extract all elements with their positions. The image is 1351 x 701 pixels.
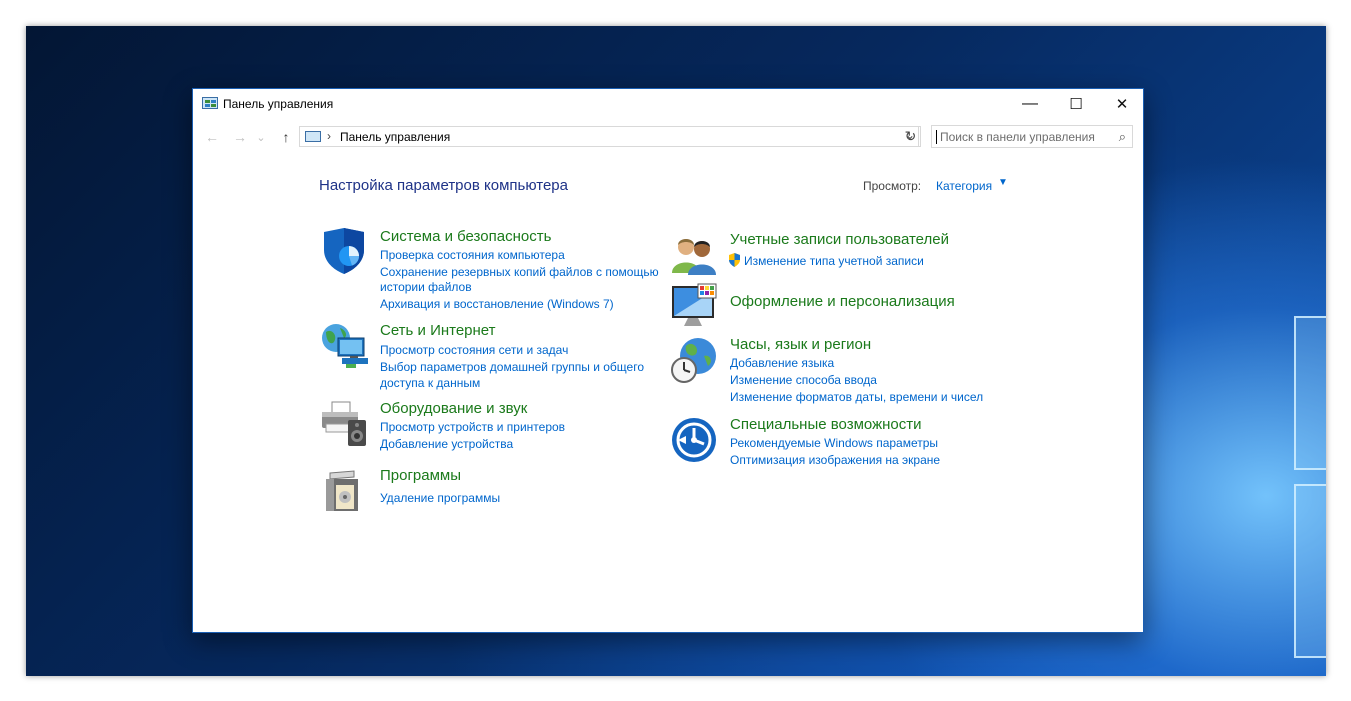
- page-title: Настройка параметров компьютера: [319, 177, 568, 194]
- category-title-user-accounts[interactable]: Учетные записи пользователей: [730, 231, 949, 248]
- forward-arrow-icon[interactable]: →: [230, 127, 250, 147]
- category-title-clock-region[interactable]: Часы, язык и регион: [730, 336, 871, 353]
- clock-globe-icon[interactable]: [670, 336, 718, 384]
- up-arrow-icon[interactable]: ↑: [276, 127, 296, 147]
- search-input[interactable]: Поиск в панели управления ⌕: [931, 125, 1133, 148]
- link-network-status[interactable]: Просмотр состояния сети и задач: [380, 342, 568, 358]
- link-change-formats[interactable]: Изменение форматов даты, времени и чисел: [730, 389, 983, 405]
- maximize-button[interactable]: ☐: [1053, 89, 1099, 119]
- text-caret: [936, 130, 937, 144]
- link-add-language[interactable]: Добавление языка: [730, 355, 834, 371]
- window-title: Панель управления: [223, 97, 334, 111]
- category-title-hardware-sound[interactable]: Оборудование и звук: [380, 400, 527, 417]
- link-backup-restore[interactable]: Архивация и восстановление (Windows 7): [380, 296, 614, 312]
- title-bar[interactable]: Панель управления — ☐ ✕: [193, 89, 1143, 119]
- link-file-history-backup-cont[interactable]: истории файлов: [380, 279, 472, 295]
- link-uninstall-program[interactable]: Удаление программы: [380, 490, 500, 506]
- windows-logo-pane: [1294, 484, 1326, 658]
- view-by-dropdown[interactable]: Категория: [936, 179, 992, 193]
- category-title-appearance[interactable]: Оформление и персонализация: [730, 293, 955, 310]
- link-homegroup-sharing-cont[interactable]: доступа к данным: [380, 375, 480, 391]
- link-devices-printers[interactable]: Просмотр устройств и принтеров: [380, 419, 565, 435]
- control-panel-icon: [305, 131, 321, 142]
- windows-logo-pane: [1294, 316, 1326, 470]
- accessibility-icon[interactable]: [670, 416, 718, 464]
- back-arrow-icon[interactable]: ←: [202, 127, 222, 147]
- shield-icon[interactable]: [320, 228, 368, 276]
- programs-box-icon[interactable]: [320, 467, 368, 515]
- address-bar[interactable]: › Панель управления ⌄: [299, 126, 919, 147]
- link-change-input-method[interactable]: Изменение способа ввода: [730, 372, 877, 388]
- breadcrumb-control-panel[interactable]: Панель управления: [340, 130, 450, 144]
- link-recommended-settings[interactable]: Рекомендуемые Windows параметры: [730, 435, 938, 451]
- close-button[interactable]: ✕: [1099, 89, 1145, 119]
- control-panel-window: Панель управления — ☐ ✕ ← → ⌄ ↑ › Панель…: [192, 88, 1144, 633]
- link-check-computer-status[interactable]: Проверка состояния компьютера: [380, 247, 565, 263]
- link-file-history-backup[interactable]: Сохранение резервных копий файлов с помо…: [380, 264, 659, 280]
- category-title-system-security[interactable]: Система и безопасность: [380, 228, 551, 245]
- users-icon[interactable]: [670, 231, 718, 279]
- search-icon[interactable]: ⌕: [1119, 129, 1126, 145]
- category-title-network-internet[interactable]: Сеть и Интернет: [380, 322, 496, 339]
- link-optimize-display[interactable]: Оптимизация изображения на экране: [730, 452, 940, 468]
- breadcrumb-separator-icon[interactable]: ›: [327, 129, 331, 143]
- minimize-button[interactable]: —: [1007, 89, 1053, 119]
- printer-speaker-icon[interactable]: [320, 400, 368, 448]
- category-title-ease-of-access[interactable]: Специальные возможности: [730, 416, 922, 433]
- link-change-account-type[interactable]: Изменение типа учетной записи: [728, 253, 924, 269]
- category-title-programs[interactable]: Программы: [380, 467, 461, 484]
- monitor-palette-icon[interactable]: [670, 282, 718, 330]
- navigation-bar: ← → ⌄ ↑ › Панель управления ⌄ ↻ Поиск в …: [193, 125, 1143, 149]
- caret-down-icon[interactable]: ▼: [998, 177, 1008, 188]
- control-panel-icon: [202, 97, 218, 109]
- recent-locations-icon[interactable]: ⌄: [255, 127, 267, 147]
- network-globe-icon[interactable]: [320, 322, 368, 370]
- uac-shield-icon: [729, 253, 740, 267]
- view-by-label: Просмотр:: [863, 179, 922, 193]
- link-homegroup-sharing[interactable]: Выбор параметров домашней группы и общег…: [380, 359, 644, 375]
- link-add-device[interactable]: Добавление устройства: [380, 436, 513, 452]
- search-placeholder: Поиск в панели управления: [940, 130, 1095, 144]
- refresh-icon[interactable]: ↻: [901, 126, 921, 147]
- link-change-account-type-label[interactable]: Изменение типа учетной записи: [744, 254, 924, 268]
